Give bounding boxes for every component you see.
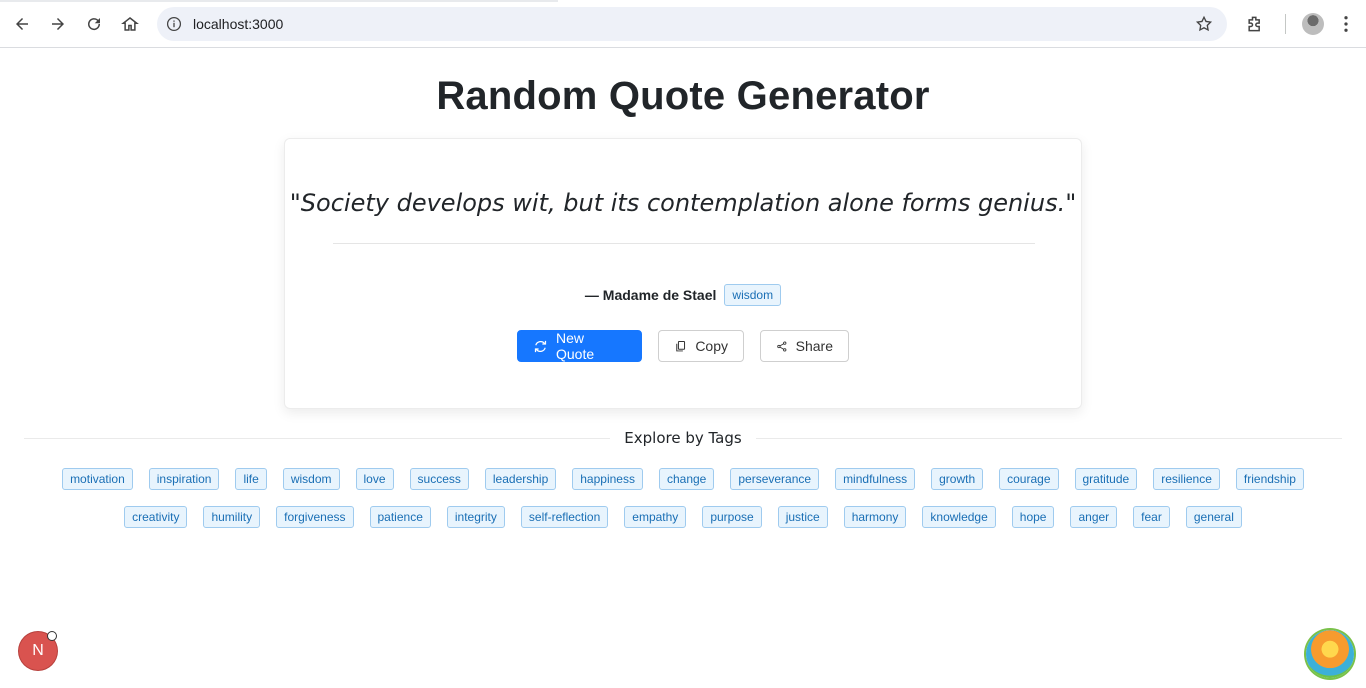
extensions-icon[interactable] [1241,10,1269,38]
tag-wisdom[interactable]: wisdom [282,468,340,490]
quote-tag[interactable]: wisdom [724,284,782,306]
tag-humility[interactable]: humility [203,506,261,528]
page-content: Random Quote Generator "Society develops… [0,48,1366,688]
share-icon [777,340,787,352]
nav-buttons [8,10,144,38]
tag-mindfulness[interactable]: mindfulness [835,468,916,490]
tag-harmony[interactable]: harmony [843,506,907,528]
tag-justice[interactable]: justice [777,506,828,528]
tag-empathy[interactable]: empathy [624,506,687,528]
reload-icon [88,17,101,30]
new-quote-label: New Quote [555,330,595,362]
tag-friendship[interactable]: friendship [1235,468,1304,490]
copy-button[interactable]: Copy [658,330,744,362]
tag-general[interactable]: general [1185,506,1242,528]
refresh-icon [534,340,547,352]
site-info-icon[interactable] [165,15,183,33]
badge-indicator-dot [47,631,57,641]
tag-list-row-1: motivation inspiration life wisdom love … [0,468,1366,490]
tag-love[interactable]: love [355,468,394,490]
bookmark-star-icon[interactable] [1195,15,1213,33]
share-label: Share [795,338,833,354]
tag-fear[interactable]: fear [1133,506,1170,528]
tag-list-row-2: creativity humility forgiveness patience… [0,506,1366,528]
tag-purpose[interactable]: purpose [702,506,762,528]
tag-patience[interactable]: patience [369,506,431,528]
arrow-left-icon [16,17,28,30]
quote-card: "Society develops wit, but its contempla… [284,138,1082,409]
profile-avatar[interactable] [1302,13,1324,35]
reload-button[interactable] [80,10,108,38]
tag-hope[interactable]: hope [1011,506,1055,528]
tag-knowledge[interactable]: knowledge [922,506,996,528]
page-title: Random Quote Generator [436,74,930,118]
beach-island-icon[interactable] [1306,630,1354,678]
tag-change[interactable]: change [658,468,715,490]
tag-perseverance[interactable]: perseverance [730,468,820,490]
tag-self-reflection[interactable]: self-reflection [520,506,609,528]
copy-label: Copy [695,338,728,354]
tab-strip-edge [0,0,558,2]
home-button[interactable] [116,10,144,38]
forward-button[interactable] [44,10,72,38]
explore-divider: Explore by Tags [24,427,1342,451]
tag-courage[interactable]: courage [999,468,1059,490]
url-text: localhost:3000 [193,16,284,32]
quote-author: — Madame de Stael [584,287,717,303]
back-button[interactable] [8,10,36,38]
copy-icon [676,340,686,351]
address-bar[interactable]: localhost:3000 [157,7,1227,41]
author-row: — Madame de Stael wisdom [285,284,1081,306]
arrow-right-icon [52,17,64,30]
nextjs-dev-badge[interactable]: N [19,631,57,670]
tag-resilience[interactable]: resilience [1153,468,1220,490]
browser-menu-icon[interactable] [1336,10,1356,38]
tag-life[interactable]: life [235,468,267,490]
toolbar-divider [1285,14,1286,34]
home-icon [121,16,139,31]
quote-text: "Society develops wit, but its contempla… [289,189,1077,217]
browser-toolbar: localhost:3000 [0,0,1366,48]
divider-line-right [756,438,1342,439]
tag-gratitude[interactable]: gratitude [1074,468,1138,490]
tag-inspiration[interactable]: inspiration [148,468,220,490]
tag-anger[interactable]: anger [1070,506,1118,528]
tag-integrity[interactable]: integrity [446,506,505,528]
quote-divider [333,243,1035,244]
tag-happiness[interactable]: happiness [572,468,643,490]
tag-motivation[interactable]: motivation [62,468,133,490]
share-button[interactable]: Share [760,330,849,362]
tag-growth[interactable]: growth [931,468,984,490]
tag-success[interactable]: success [409,468,469,490]
tag-forgiveness[interactable]: forgiveness [276,506,354,528]
tag-leadership[interactable]: leadership [484,468,557,490]
toolbar-right [1241,10,1356,38]
tag-creativity[interactable]: creativity [124,506,188,528]
new-quote-button[interactable]: New Quote [517,330,642,362]
badge-letter: N [32,642,44,659]
action-buttons: New Quote Copy Share [285,330,1081,362]
